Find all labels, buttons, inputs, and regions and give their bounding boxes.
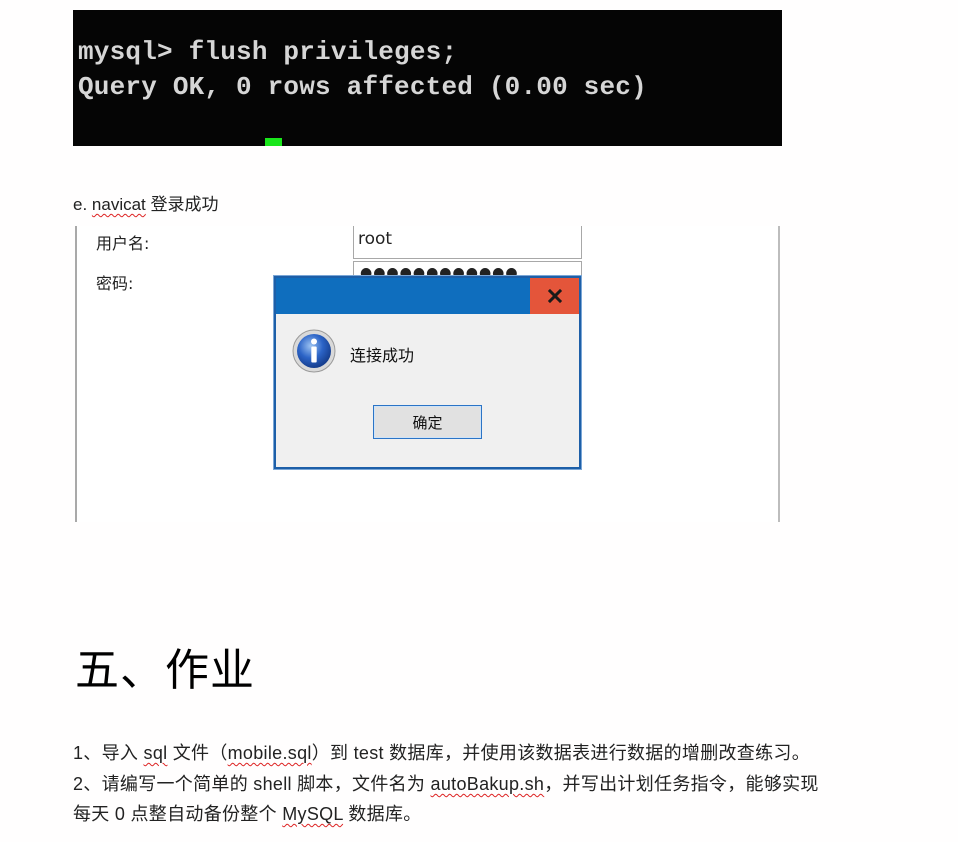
figure-caption: e. navicat 登录成功 [73,190,219,215]
caption-app-name: navicat [91,195,146,214]
info-icon [292,329,336,373]
dialog-message: 连接成功 [350,346,415,365]
terminal-screenshot: mysql> flush privileges; Query OK, 0 row… [73,10,782,146]
assignment-item-1: 1、导入 sql 文件（mobile.sql）到 test 数据库，并使用该数据… [73,739,810,765]
assignment-item-2-line-1: 2、请编写一个简单的 shell 脚本，文件名为 autoBakup.sh，并写… [73,770,819,796]
text-run: ）到 test 数据库，并使用该数据表进行数据的增删改查练习。 [311,743,810,763]
section-heading: 五、作业 [75,645,255,696]
username-field[interactable]: root [353,226,582,259]
caption-suffix: 登录成功 [145,195,219,214]
text-run: 2、请编写一个简单的 shell 脚本，文件名为 [73,774,431,794]
text-run-script-name: autoBakup.sh [430,774,545,794]
terminal-command-line: mysql> flush privileges; [78,37,458,67]
text-run: 每天 0 点整自动备份整个 [73,804,283,824]
text-run: 数据库。 [343,804,422,824]
terminal-cursor [265,138,282,146]
text-run: 1、导入 [73,743,144,763]
caption-prefix: e. [73,195,92,214]
text-run: 文件（ [167,743,228,763]
close-icon [547,289,562,303]
navicat-login-panel: 用户名: 密码: root ●●●●●●●●●●●● 连接成功 确定 [75,226,780,522]
text-run-mysql: MySQL [282,804,344,824]
connection-success-dialog: 连接成功 确定 [274,276,581,469]
password-label: 密码: [96,274,134,293]
text-run: ，并写出计划任务指令，能够实现 [544,774,819,794]
ok-button[interactable]: 确定 [373,405,482,439]
assignment-item-2-line-2: 每天 0 点整自动备份整个 MySQL 数据库。 [73,800,422,826]
text-run-filename: mobile.sql [227,743,312,763]
terminal-output-line: Query OK, 0 rows affected (0.00 sec) [78,72,647,102]
username-label: 用户名: [96,234,150,253]
terminal-partial-prompt [78,142,188,146]
text-run-sql: sql [143,743,168,763]
dialog-close-button[interactable] [530,278,579,314]
